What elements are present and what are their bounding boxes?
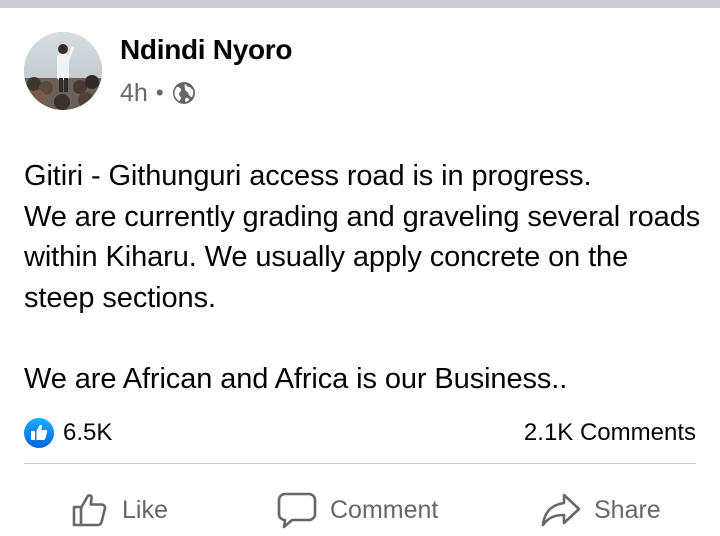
comment-label: Comment bbox=[330, 495, 439, 524]
thumbs-up-icon bbox=[72, 494, 107, 527]
author-name[interactable]: Ndindi Nyoro bbox=[120, 34, 292, 66]
post-meta: 4h • bbox=[120, 78, 196, 108]
share-arrow-icon bbox=[541, 493, 581, 527]
comments-count[interactable]: 2.1K Comments bbox=[524, 418, 696, 448]
top-separator-strip bbox=[0, 0, 720, 8]
post-card: Ndindi Nyoro 4h • Gitiri - Githunguri ac… bbox=[0, 8, 720, 536]
reactions-count: 6.5K bbox=[63, 419, 113, 446]
like-label: Like bbox=[122, 495, 168, 524]
share-label: Share bbox=[594, 495, 661, 524]
like-button[interactable]: Like bbox=[70, 488, 168, 532]
share-button[interactable]: Share bbox=[540, 488, 661, 532]
action-divider bbox=[24, 463, 696, 464]
like-reaction-icon bbox=[24, 418, 54, 448]
comment-button[interactable]: Comment bbox=[276, 488, 438, 532]
meta-separator: • bbox=[155, 80, 164, 105]
reactions-summary[interactable]: 6.5K bbox=[24, 418, 112, 448]
comment-bubble-icon bbox=[277, 492, 317, 529]
author-avatar[interactable] bbox=[24, 32, 102, 110]
post-time[interactable]: 4h bbox=[120, 79, 148, 108]
post-body-text: Gitiri - Githunguri access road is in pr… bbox=[24, 160, 701, 395]
globe-icon[interactable] bbox=[172, 81, 196, 105]
